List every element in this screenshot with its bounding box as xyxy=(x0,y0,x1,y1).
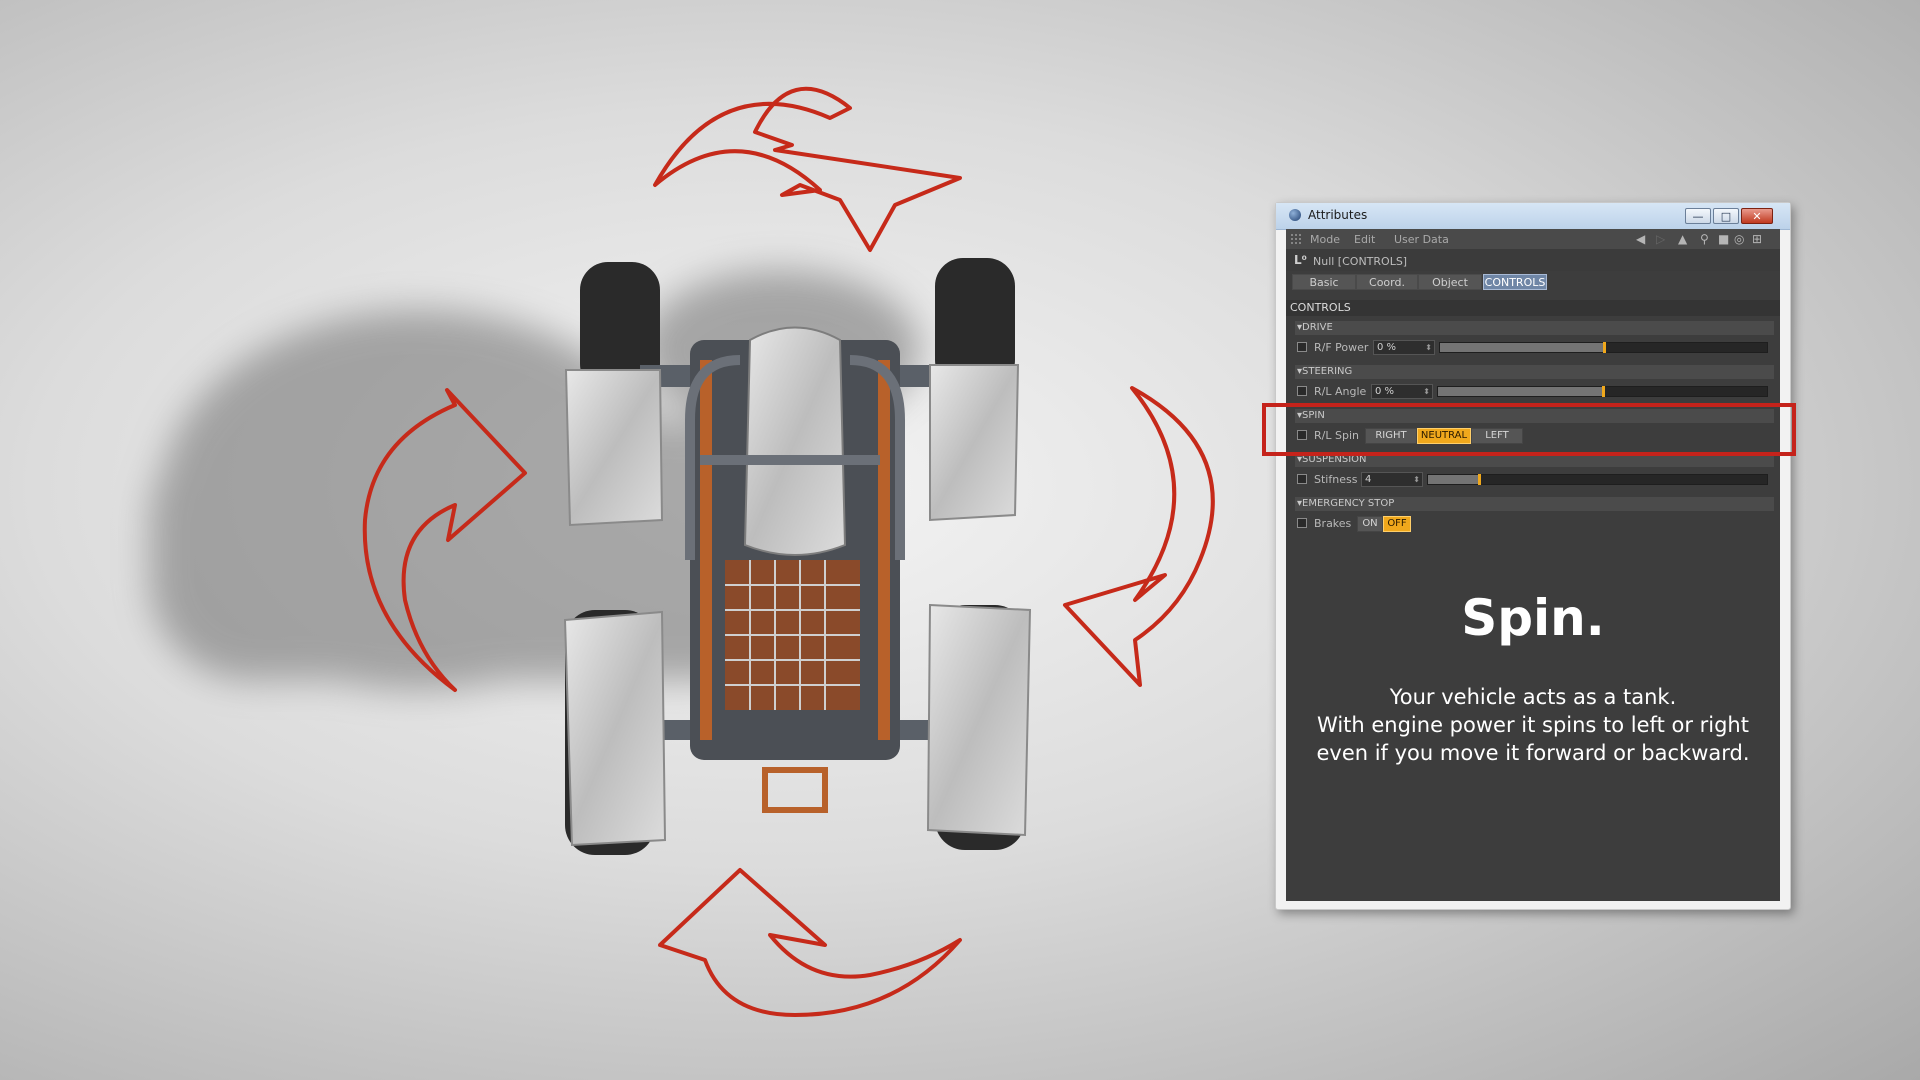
rotate-arrow-bottom-icon xyxy=(658,868,962,1017)
rl-angle-value: 0 % xyxy=(1375,386,1395,397)
slider-fill xyxy=(1438,387,1603,396)
new-window-icon[interactable]: ⊞ xyxy=(1752,232,1762,246)
tab-coord[interactable]: Coord. xyxy=(1356,274,1418,290)
param-label: R/L Angle xyxy=(1314,385,1367,398)
info-title: Spin. xyxy=(1461,589,1605,647)
stepper-icon[interactable]: ⬍ xyxy=(1425,341,1432,354)
attributes-window: Attributes — □ ✕ Mode Edit User Data ◀ ▷… xyxy=(1275,202,1791,910)
keyframe-icon[interactable] xyxy=(1297,474,1307,484)
group-emergency-title: EMERGENCY STOP xyxy=(1302,498,1395,509)
window-title: Attributes xyxy=(1308,208,1368,222)
brakes-off-button[interactable]: OFF xyxy=(1383,516,1411,532)
rotate-arrow-top-icon xyxy=(653,86,962,252)
spin-highlight-box xyxy=(1262,403,1796,456)
slider-fill xyxy=(1428,475,1479,484)
close-button[interactable]: ✕ xyxy=(1741,208,1773,224)
menu-mode[interactable]: Mode xyxy=(1310,233,1340,246)
tab-basic[interactable]: Basic xyxy=(1292,274,1356,290)
stifness-value: 4 xyxy=(1365,474,1372,485)
rl-angle-slider[interactable] xyxy=(1437,386,1768,397)
window-titlebar[interactable]: Attributes — □ ✕ xyxy=(1276,203,1790,230)
param-label: R/F Power xyxy=(1314,341,1369,354)
tab-bar: Basic Coord. Object CONTROLS xyxy=(1286,272,1780,292)
group-drive-title: DRIVE xyxy=(1302,322,1333,333)
group-steering-title: STEERING xyxy=(1302,366,1353,377)
param-rf-power: R/F Power 0 % ⬍ xyxy=(1295,337,1774,359)
brakes-on-button[interactable]: ON xyxy=(1357,516,1383,532)
menu-edit[interactable]: Edit xyxy=(1354,233,1375,246)
rotate-arrow-right-icon xyxy=(1063,386,1215,687)
slider-fill xyxy=(1440,343,1604,352)
group-drive[interactable]: ▾DRIVE xyxy=(1295,321,1774,335)
param-brakes: Brakes ON OFF xyxy=(1295,513,1774,535)
menu-user-data[interactable]: User Data xyxy=(1394,233,1449,246)
minimize-button[interactable]: — xyxy=(1685,208,1711,224)
param-stifness: Stifness 4 ⬍ xyxy=(1295,469,1774,491)
search-icon[interactable]: ⚲ xyxy=(1700,232,1709,246)
keyframe-icon[interactable] xyxy=(1297,518,1307,528)
rf-power-slider[interactable] xyxy=(1439,342,1768,353)
app-logo-icon xyxy=(1289,209,1301,221)
maximize-button[interactable]: □ xyxy=(1713,208,1739,224)
group-emergency-stop[interactable]: ▾EMERGENCY STOP xyxy=(1295,497,1774,511)
slider-thumb[interactable] xyxy=(1477,474,1481,485)
keyframe-icon[interactable] xyxy=(1297,342,1307,352)
null-object-icon: L⁰ xyxy=(1294,253,1307,267)
param-label: Brakes xyxy=(1314,517,1352,530)
lock-icon[interactable]: ■ xyxy=(1718,232,1729,246)
info-overlay: Spin. Your vehicle acts as a tank. With … xyxy=(1286,589,1780,767)
param-rl-angle: R/L Angle 0 % ⬍ xyxy=(1295,381,1774,403)
section-title: CONTROLS xyxy=(1286,300,1780,316)
slider-thumb[interactable] xyxy=(1602,342,1606,353)
stepper-icon[interactable]: ⬍ xyxy=(1423,385,1430,398)
target-icon[interactable]: ◎ xyxy=(1734,232,1744,246)
grip-icon[interactable] xyxy=(1290,233,1302,245)
stifness-slider[interactable] xyxy=(1427,474,1768,485)
object-row: L⁰ Null [CONTROLS] xyxy=(1286,249,1780,271)
tab-object[interactable]: Object xyxy=(1418,274,1482,290)
back-arrow-icon[interactable]: ◀ xyxy=(1636,232,1645,246)
object-name: Null [CONTROLS] xyxy=(1313,255,1408,268)
keyframe-icon[interactable] xyxy=(1297,386,1307,396)
menu-bar: Mode Edit User Data ◀ ▷ ▲ ⚲ ■ ◎ ⊞ xyxy=(1286,229,1780,249)
forward-arrow-icon[interactable]: ▷ xyxy=(1656,232,1665,246)
rf-power-field[interactable]: 0 % ⬍ xyxy=(1373,340,1435,355)
tab-controls[interactable]: CONTROLS xyxy=(1483,274,1547,290)
stepper-icon[interactable]: ⬍ xyxy=(1413,473,1420,486)
info-body: Your vehicle acts as a tank. With engine… xyxy=(1316,685,1750,765)
up-arrow-icon[interactable]: ▲ xyxy=(1678,232,1687,246)
attributes-panel: Mode Edit User Data ◀ ▷ ▲ ⚲ ■ ◎ ⊞ L⁰ Nul… xyxy=(1286,229,1780,901)
rf-power-value: 0 % xyxy=(1377,342,1397,353)
param-label: Stifness xyxy=(1314,473,1358,486)
slider-thumb[interactable] xyxy=(1601,386,1605,397)
stifness-field[interactable]: 4 ⬍ xyxy=(1361,472,1423,487)
rl-angle-field[interactable]: 0 % ⬍ xyxy=(1371,384,1433,399)
group-steering[interactable]: ▾STEERING xyxy=(1295,365,1774,379)
